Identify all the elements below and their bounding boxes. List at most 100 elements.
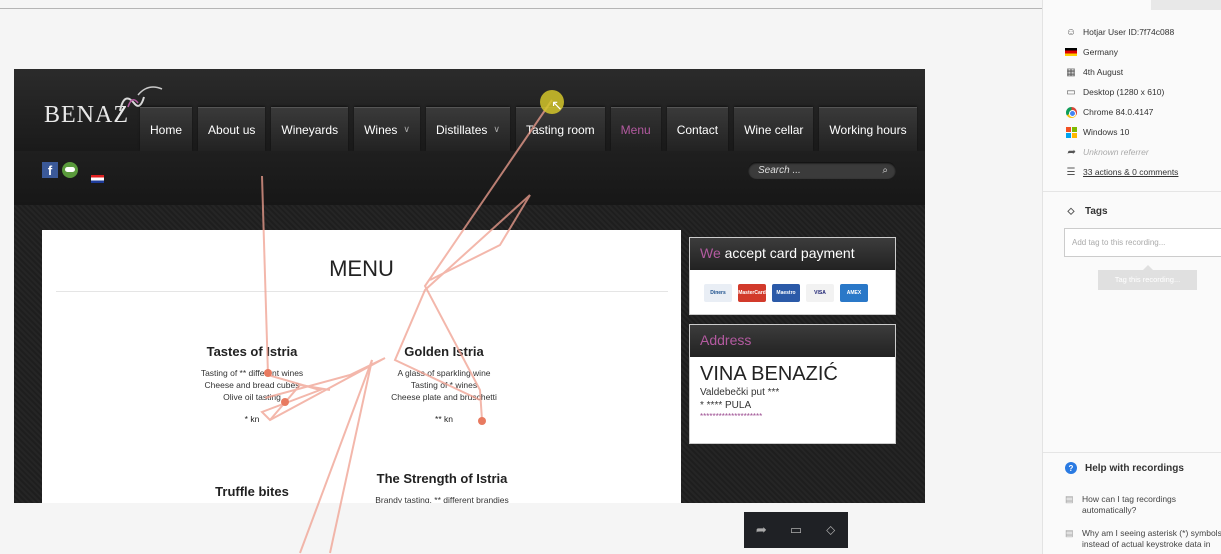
amex-card: AMEX (840, 284, 868, 302)
menu-line: Tasting of ** different wines (200, 368, 304, 378)
nav-label: Wines (364, 122, 398, 137)
tag-recording-button[interactable]: Tag this recording... (1098, 265, 1197, 290)
meta-text: Hotjar User ID:7f74c088 (1083, 27, 1175, 37)
recording-player: BENAZ Home About us Wineyards Wines ∨ Dis… (0, 0, 1042, 554)
nav-label: Working hours (829, 122, 907, 137)
meta-referrer: ➦ Unknown referrer (1065, 146, 1149, 158)
page-title: MENU (329, 256, 394, 281)
address-widget: Address VINA BENAZIĆ Valdebečki put *** … (689, 324, 896, 444)
nav-label: Wine cellar (744, 122, 804, 137)
title-divider (56, 291, 668, 292)
visa-card: VISA (806, 284, 834, 302)
search-placeholder: Search ... (758, 165, 801, 176)
calendar-icon: ▦ (1066, 66, 1076, 78)
nav-wines[interactable]: Wines ∨ (354, 107, 421, 151)
meta-text: 4th August (1083, 67, 1124, 77)
nav-label: Contact (676, 122, 719, 137)
tags-heading-text: Tags (1085, 205, 1108, 217)
meta-actions[interactable]: ☰ 33 actions & 0 comments (1065, 166, 1179, 178)
nav-label: Menu (620, 122, 651, 137)
site-search-input[interactable]: Search ... ⌕ (748, 162, 896, 179)
nav-wineyards[interactable]: Wineyards (271, 107, 349, 151)
diners-card: Diners (704, 284, 732, 302)
maestro-card: Maestro (772, 284, 800, 302)
meta-browser: Chrome 84.0.4147 (1065, 106, 1153, 118)
search-icon[interactable]: ⌕ (882, 162, 888, 179)
menu-price: ** kn (435, 414, 453, 424)
widget-title-accent: We (700, 245, 721, 261)
windows-icon (1065, 126, 1077, 138)
question-icon: ? (1065, 462, 1077, 474)
nav-working-hours[interactable]: Working hours (819, 107, 917, 151)
tags-heading: ⬦ Tags (1065, 205, 1108, 217)
player-toolbar: ➦ ▭ ⬦ (744, 512, 848, 548)
nav-label: Distillates (436, 122, 488, 137)
panel-top-tab (1151, 0, 1221, 10)
nav-label: Tasting room (525, 122, 595, 137)
nav-contact[interactable]: Contact (666, 107, 729, 151)
widget-title-text: accept card payment (720, 245, 855, 261)
meta-text: Germany (1083, 47, 1118, 57)
croatian-flag-icon[interactable] (91, 175, 104, 183)
widget-title: Address (690, 325, 895, 357)
help-item-text[interactable]: How can I tag recordings automatically? (1082, 494, 1221, 516)
menu-price: * kn (244, 414, 260, 424)
article-icon: ▤ (1065, 528, 1074, 538)
tag-input[interactable]: Add tag to this recording... (1064, 228, 1221, 257)
winery-name: VINA BENAZIĆ (700, 363, 838, 385)
flag-germany-icon (1065, 46, 1077, 58)
address-email-link[interactable]: ******************** (690, 412, 895, 421)
panel-divider (1043, 452, 1221, 453)
menu-block-title: Tastes of Istria (206, 344, 298, 359)
nav-label: Wineyards (281, 122, 339, 137)
cursor-icon: ↖ (551, 97, 563, 113)
facebook-icon[interactable]: f (42, 162, 58, 178)
chrome-icon (1065, 106, 1077, 118)
menu-line: Tasting of * wines (410, 380, 478, 390)
meta-text: Unknown referrer (1083, 147, 1149, 157)
list-icon: ☰ (1066, 166, 1076, 178)
user-icon: ☺ (1065, 26, 1077, 38)
menu-line: A glass of sparkling wine (397, 368, 491, 378)
comment-icon[interactable]: ▭ (783, 522, 809, 538)
menu-block-truffle-bites: Truffle bites (142, 484, 362, 503)
article-icon: ▤ (1065, 494, 1074, 504)
help-heading-text: Help with recordings (1085, 462, 1184, 474)
tag-icon: ⬦ (1067, 205, 1075, 217)
tripadvisor-icon[interactable] (62, 162, 78, 178)
widget-title-text: Address (700, 332, 752, 348)
nav-label: Home (150, 122, 183, 137)
meta-text: Desktop (1280 x 610) (1083, 87, 1165, 97)
help-item-text[interactable]: Why am I seeing asterisk (*) symbols ins… (1082, 528, 1221, 550)
card-payment-widget: We accept card payment Diners MasterCard M… (689, 237, 896, 315)
nav-label: About us (208, 122, 256, 137)
nav-about-us[interactable]: About us (198, 107, 266, 151)
nav-menu[interactable]: Menu (610, 107, 661, 151)
nav-distillates[interactable]: Distillates ∨ (426, 107, 510, 151)
help-item[interactable]: ▤ Why am I seeing asterisk (*) symbols i… (1065, 528, 1221, 550)
actions-link[interactable]: 33 actions & 0 comments (1083, 167, 1178, 177)
menu-block-tastes-of-istria: Tastes of Istria Tasting of ** different… (142, 344, 362, 425)
site-header: BENAZ Home About us Wineyards Wines ∨ Dis… (14, 69, 925, 151)
site-subbar: f Search ... ⌕ (14, 151, 925, 205)
nav-home[interactable]: Home (140, 107, 193, 151)
card-logos: Diners MasterCard Maestro VISA AMEX (690, 270, 895, 302)
meta-text: Windows 10 (1083, 127, 1130, 137)
germany-flag (1065, 48, 1077, 56)
nav-wine-cellar[interactable]: Wine cellar (734, 107, 814, 151)
recorded-website: BENAZ Home About us Wineyards Wines ∨ Dis… (14, 69, 925, 503)
menu-block-golden-istria: Golden Istria A glass of sparkling wine … (334, 344, 554, 425)
recording-info-panel: ☺ Hotjar User ID:7f74c088 Germany ▦ 4th … (1042, 0, 1221, 554)
address-street: Valdebečki put *** (700, 387, 780, 398)
menu-line: Cheese and bread cubes (204, 380, 300, 390)
player-top-divider (0, 8, 1042, 9)
help-item[interactable]: ▤ How can I tag recordings automatically… (1065, 494, 1221, 516)
share-icon[interactable]: ➦ (748, 522, 774, 538)
menu-content: MENU Tastes of Istria Tasting of ** diff… (42, 230, 681, 503)
tag-icon[interactable]: ⬦ (818, 522, 844, 538)
meta-text: Chrome 84.0.4147 (1083, 107, 1154, 117)
menu-line: Cheese plate and bruschetti (391, 392, 497, 402)
chevron-down-icon: ∨ (493, 124, 500, 134)
menu-block-title: The Strength of Istria (376, 471, 508, 486)
chevron-down-icon: ∨ (403, 124, 411, 134)
